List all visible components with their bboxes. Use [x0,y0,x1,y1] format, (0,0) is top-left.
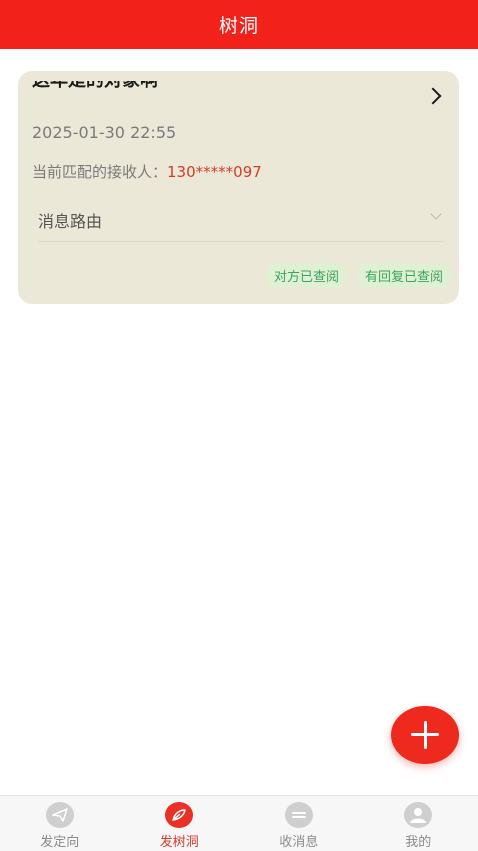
tab-label: 发定向 [40,831,79,850]
user-icon [404,802,432,828]
tab-send-directed[interactable]: 发定向 [0,796,120,851]
tab-label: 发树洞 [160,831,199,850]
route-label: 消息路由 [38,208,102,232]
paper-plane-icon [46,802,74,828]
message-route-row[interactable]: 消息路由 [38,195,444,242]
chevron-down-icon[interactable] [430,208,441,219]
page-title: 树洞 [219,11,259,38]
tab-mine[interactable]: 我的 [359,796,478,851]
receiver-value: 130*****097 [167,163,262,179]
receiver-label: 当前匹配的接收人： [32,163,167,179]
message-icon [285,802,313,828]
tree-hole-card[interactable]: 这年是的对象啊 2025-01-30 22:55 当前匹配的接收人：130***… [18,71,459,304]
status-badge-read: 对方已查阅 [266,263,347,288]
bottom-tab-bar: 发定向 发树洞 收消息 我的 [0,795,478,851]
status-badge-reply-read: 有回复已查阅 [357,263,451,288]
tab-label: 收消息 [279,831,318,850]
card-date: 2025-01-30 22:55 [32,123,176,142]
tab-send-tree-hole[interactable]: 发树洞 [120,796,240,851]
tab-label: 我的 [405,831,431,850]
chevron-right-icon[interactable] [425,88,442,105]
card-title: 这年是的对象啊 [32,81,412,103]
tab-receive-messages[interactable]: 收消息 [239,796,359,851]
app-header: 树洞 [0,0,478,49]
add-button[interactable] [391,706,459,764]
leaf-icon [165,802,193,828]
receiver-line: 当前匹配的接收人：130*****097 [32,161,262,179]
status-tags: 对方已查阅 有回复已查阅 [266,263,451,288]
